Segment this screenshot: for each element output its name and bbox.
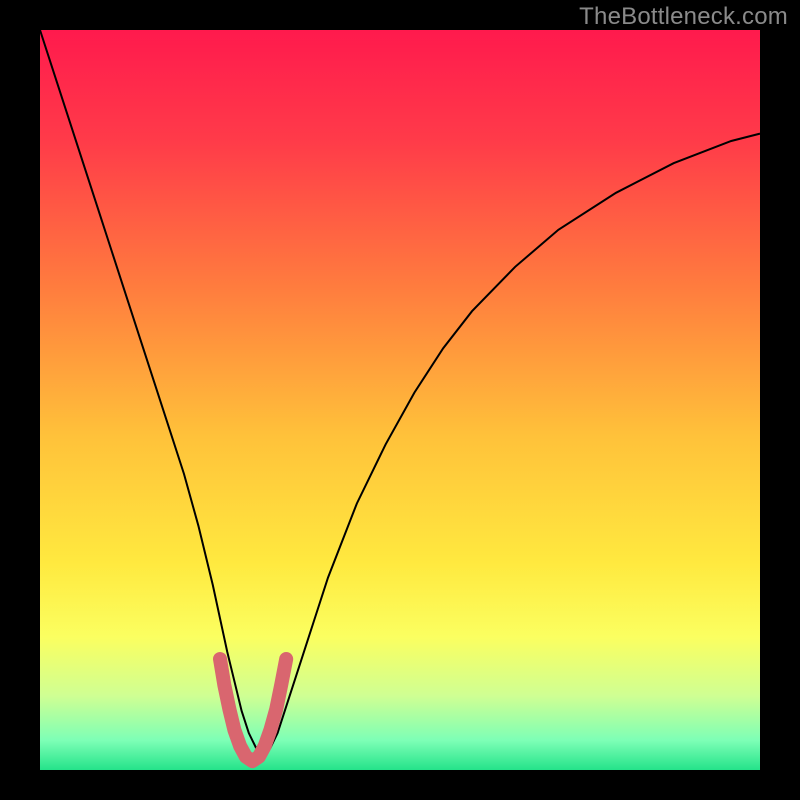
chart-canvas <box>0 0 800 800</box>
plot-background <box>40 30 760 770</box>
watermark-text: TheBottleneck.com <box>579 3 788 31</box>
